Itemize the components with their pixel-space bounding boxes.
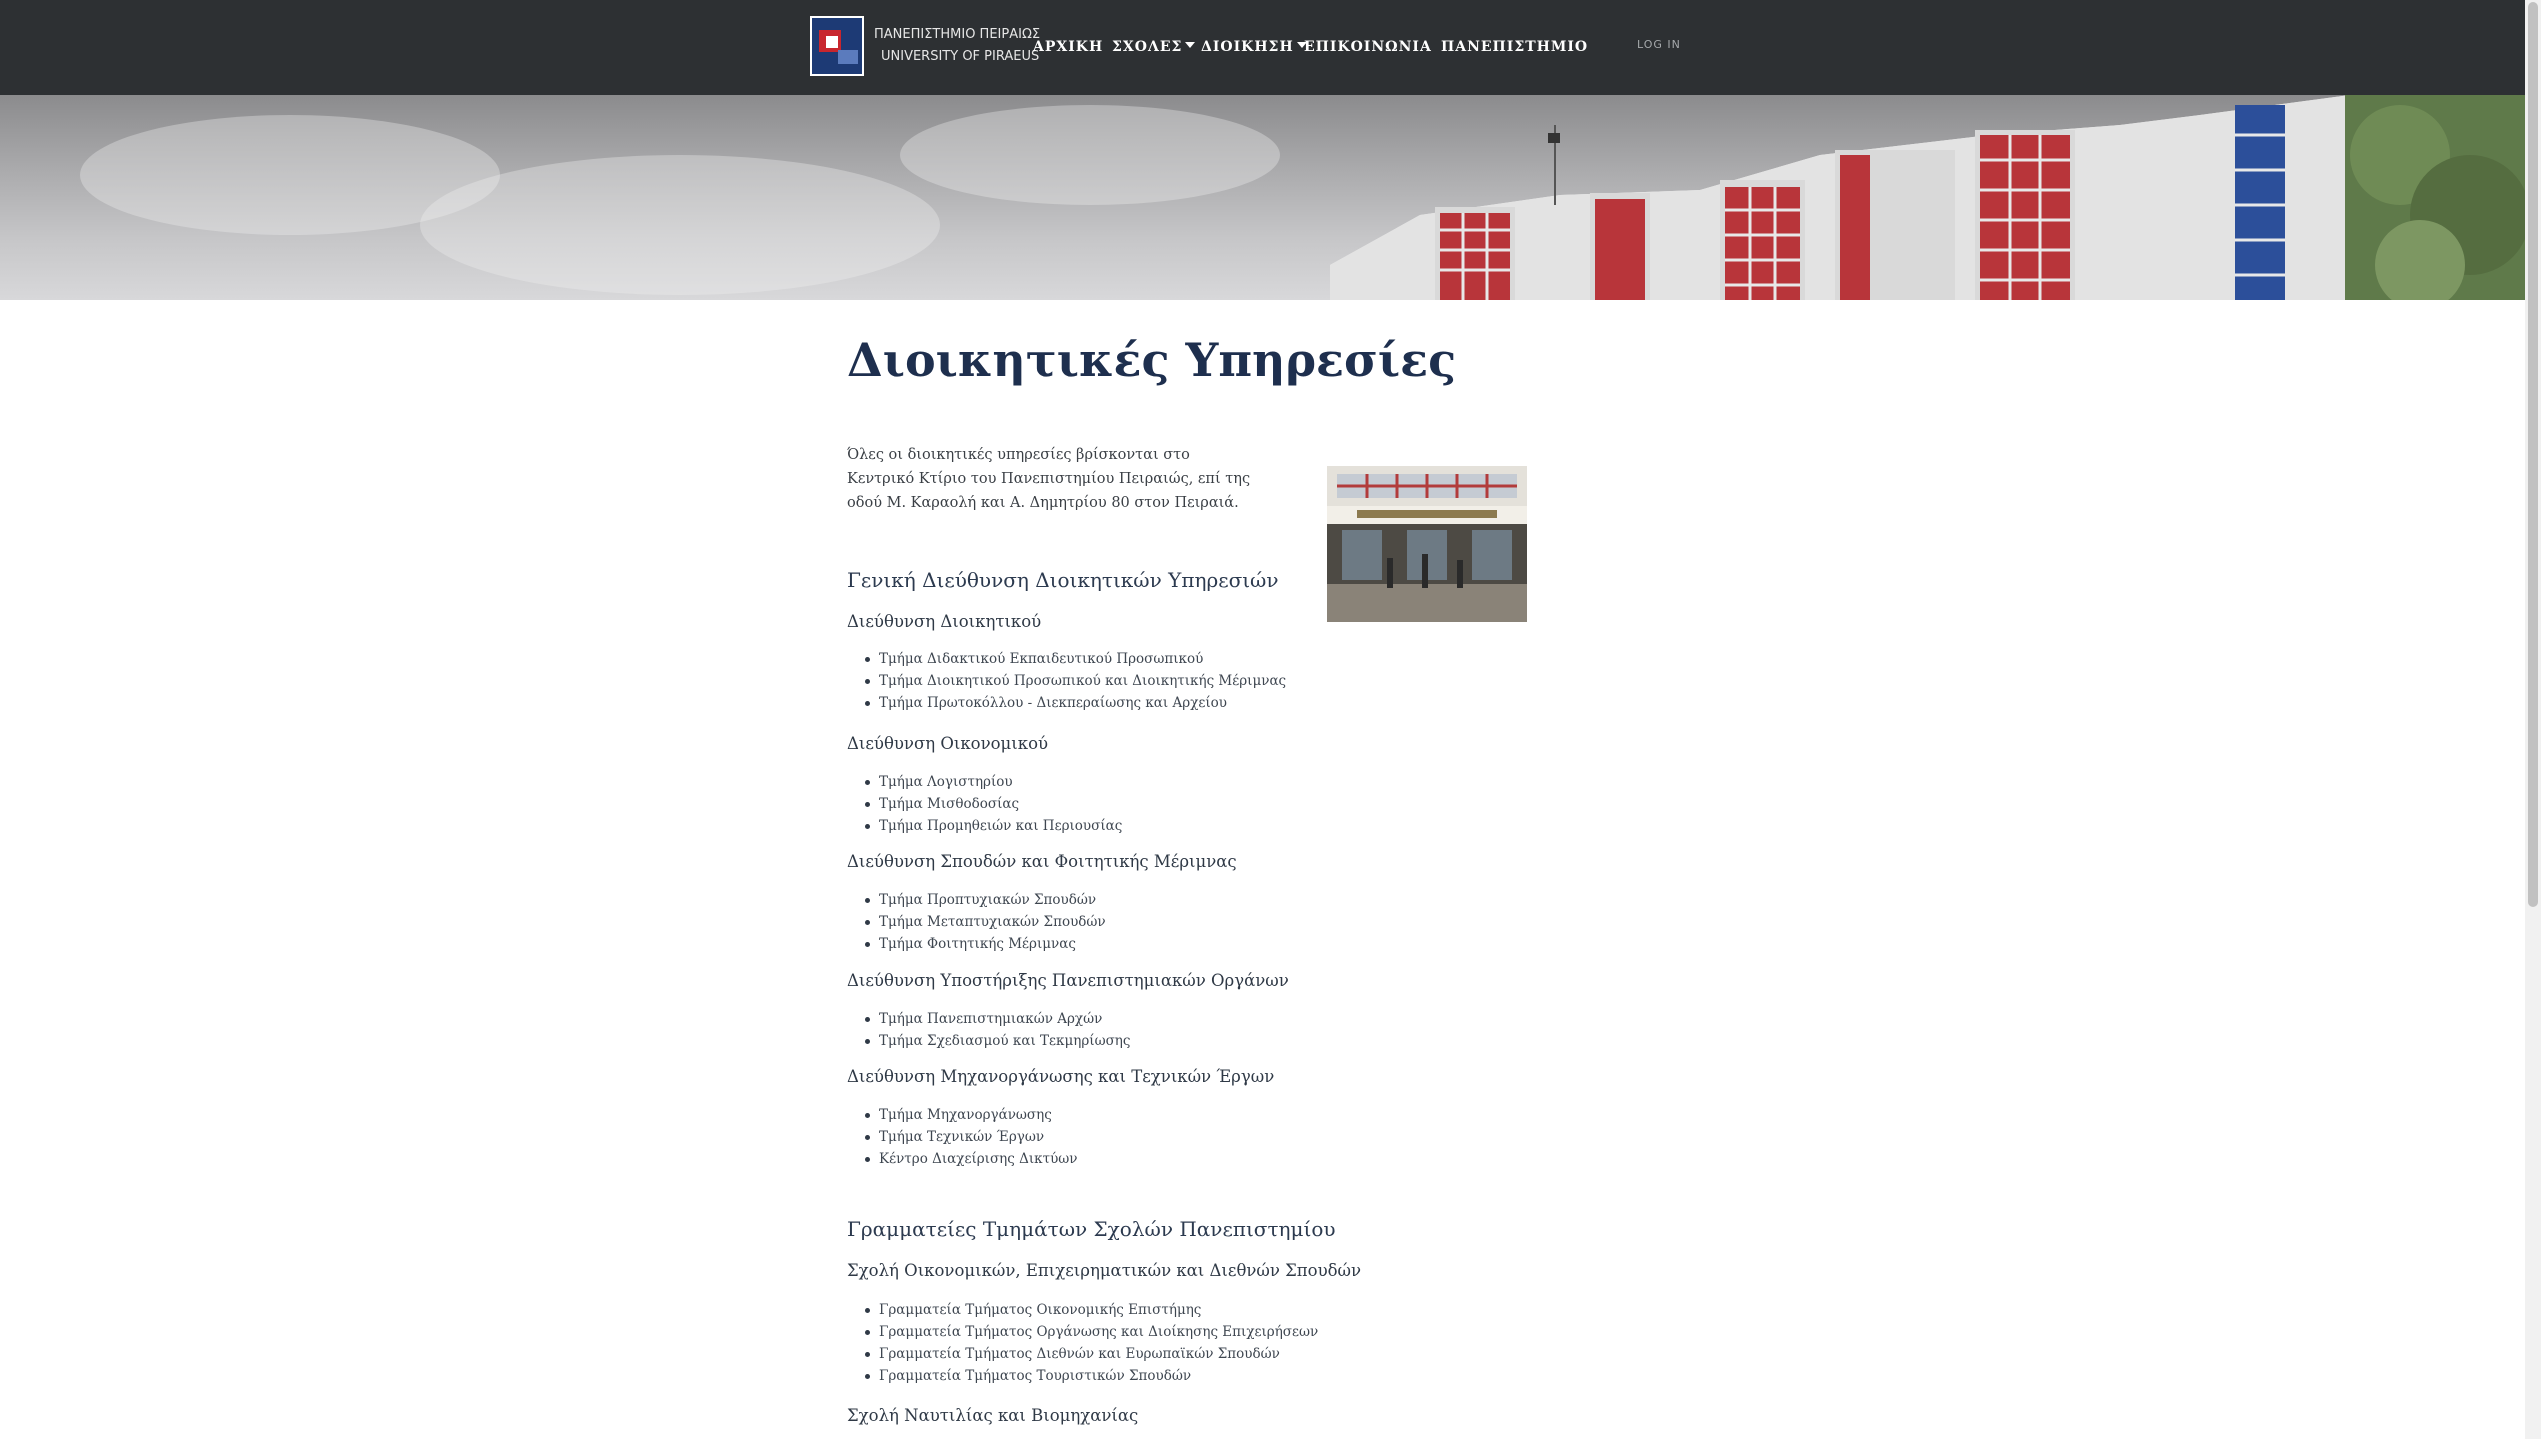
list-item[interactable]: Γραμματεία Τμήματος Οικονομικής Επιστήμη…: [864, 1299, 1318, 1321]
group-list-it-technical: Τμήμα Μηχανοργάνωσης Τμήμα Τεχνικών Έργω…: [847, 1104, 1078, 1170]
group-title-school-maritime: Σχολή Ναυτιλίας και Βιομηχανίας: [847, 1406, 1139, 1425]
group-title-financial: Διεύθυνση Οικονομικού: [847, 734, 1049, 753]
page-title: Διοικητικές Υπηρεσίες: [847, 333, 1457, 387]
list-item[interactable]: Τμήμα Μηχανοργάνωσης: [865, 1104, 1078, 1126]
group-list-studies: Τμήμα Προπτυχιακών Σπουδών Τμήμα Μεταπτυ…: [847, 889, 1106, 955]
nav-university-label: ΠΑΝΕΠΙΣΤΗΜΙΟ: [1441, 39, 1589, 55]
group-list-university-bodies: Τμήμα Πανεπιστημιακών Αρχών Τμήμα Σχεδια…: [847, 1008, 1130, 1052]
intro-paragraph: Όλες οι διοικητικές υπηρεσίες βρίσκονται…: [847, 447, 1251, 511]
page-scrollbar[interactable]: [2525, 0, 2541, 1439]
nav-administration-dropdown[interactable]: ΔΙΟΙΚΗΣΗ: [1201, 35, 1307, 59]
brand-home-link[interactable]: ΠΑΝΕΠΙΣΤΗΜΙΟ ΠΕΙΡΑΙΩΣ UNIVERSITY OF PIRA…: [810, 15, 1040, 77]
university-logo: [810, 16, 864, 76]
list-item[interactable]: Τμήμα Φοιτητικής Μέριμνας: [865, 933, 1106, 955]
nav-home-label: ΑΡΧΙΚΗ: [1033, 39, 1104, 55]
nav-home[interactable]: ΑΡΧΙΚΗ: [1033, 35, 1103, 59]
list-item[interactable]: Τμήμα Προμηθειών και Περιουσίας: [864, 815, 1122, 837]
group-title-school-economics: Σχολή Οικονομικών, Επιχειρηματικών και Δ…: [847, 1261, 1362, 1280]
nav-contact[interactable]: ΕΠΙΚΟΙΝΩΝΙΑ: [1304, 35, 1432, 59]
scrollbar-thumb[interactable]: [2528, 2, 2538, 907]
list-item[interactable]: Τμήμα Σχεδιασμού και Τεκμηρίωσης: [864, 1030, 1130, 1052]
list-item[interactable]: Τμήμα Διοικητικού Προσωπικού και Διοικητ…: [864, 670, 1286, 692]
section-heading-general-directorate: Γενική Διεύθυνση Διοικητικών Υπηρεσιών: [847, 568, 1279, 592]
list-item[interactable]: Γραμματεία Τμήματος Τουριστικών Σπουδών: [864, 1365, 1318, 1387]
group-list-school-economics: Γραμματεία Τμήματος Οικονομικής Επιστήμη…: [847, 1299, 1318, 1387]
login-link[interactable]: LOG IN: [1637, 38, 1681, 51]
nav-administration-label: ΔΙΟΙΚΗΣΗ: [1201, 39, 1294, 55]
building-illustration: [1330, 95, 2525, 300]
nav-university[interactable]: ΠΑΝΕΠΙΣΤΗΜΙΟ: [1441, 35, 1588, 59]
list-item[interactable]: Τμήμα Πανεπιστημιακών Αρχών: [864, 1008, 1130, 1030]
nav-schools-dropdown[interactable]: ΣΧΟΛΕΣ: [1112, 35, 1196, 59]
list-item[interactable]: Τμήμα Μεταπτυχιακών Σπουδών: [865, 911, 1106, 933]
list-item[interactable]: Τμήμα Λογιστηρίου: [864, 771, 1122, 793]
chevron-down-icon: [1185, 42, 1196, 48]
list-item[interactable]: Γραμματεία Τμήματος Οργάνωσης και Διοίκη…: [864, 1321, 1318, 1343]
top-navbar: ΠΑΝΕΠΙΣΤΗΜΙΟ ΠΕΙΡΑΙΩΣ UNIVERSITY OF PIRA…: [0, 0, 2525, 95]
group-list-administrative: Τμήμα Διδακτικού Εκπαιδευτικού Προσωπικο…: [847, 648, 1286, 714]
section-heading-secretariats: Γραμματείες Τμημάτων Σχολών Πανεπιστημίο…: [847, 1217, 1336, 1241]
group-title-it-technical: Διεύθυνση Μηχανοργάνωσης και Τεχνικών Έρ…: [847, 1067, 1275, 1086]
nav-schools-label: ΣΧΟΛΕΣ: [1112, 39, 1183, 55]
hero-banner-image: [0, 95, 2525, 300]
list-item[interactable]: Τμήμα Προπτυχιακών Σπουδών: [865, 889, 1106, 911]
list-item[interactable]: Τμήμα Μισθοδοσίας: [864, 793, 1122, 815]
group-title-administrative: Διεύθυνση Διοικητικού: [847, 612, 1042, 631]
central-building-photo: [1327, 466, 1527, 622]
brand-name-english: UNIVERSITY OF PIRAEUS: [881, 49, 1040, 64]
list-item[interactable]: Τμήμα Πρωτοκόλλου - Διεκπεραίωσης και Αρ…: [864, 692, 1286, 714]
brand-text: ΠΑΝΕΠΙΣΤΗΜΙΟ ΠΕΙΡΑΙΩΣ UNIVERSITY OF PIRA…: [874, 24, 1040, 68]
group-title-university-bodies: Διεύθυνση Υποστήριξης Πανεπιστημιακών Ορ…: [847, 971, 1289, 990]
group-list-financial: Τμήμα Λογιστηρίου Τμήμα Μισθοδοσίας Τμήμ…: [847, 771, 1122, 837]
list-item[interactable]: Κέντρο Διαχείρισης Δικτύων: [865, 1148, 1078, 1170]
brand-name-greek: ΠΑΝΕΠΙΣΤΗΜΙΟ ΠΕΙΡΑΙΩΣ: [874, 27, 1041, 42]
group-title-studies: Διεύθυνση Σπουδών και Φοιτητικής Μέριμνα…: [847, 852, 1237, 871]
list-item[interactable]: Τμήμα Τεχνικών Έργων: [865, 1126, 1078, 1148]
list-item[interactable]: Γραμματεία Τμήματος Διεθνών και Ευρωπαϊκ…: [864, 1343, 1318, 1365]
nav-contact-label: ΕΠΙΚΟΙΝΩΝΙΑ: [1304, 39, 1432, 55]
list-item[interactable]: Τμήμα Διδακτικού Εκπαιδευτικού Προσωπικο…: [864, 648, 1286, 670]
